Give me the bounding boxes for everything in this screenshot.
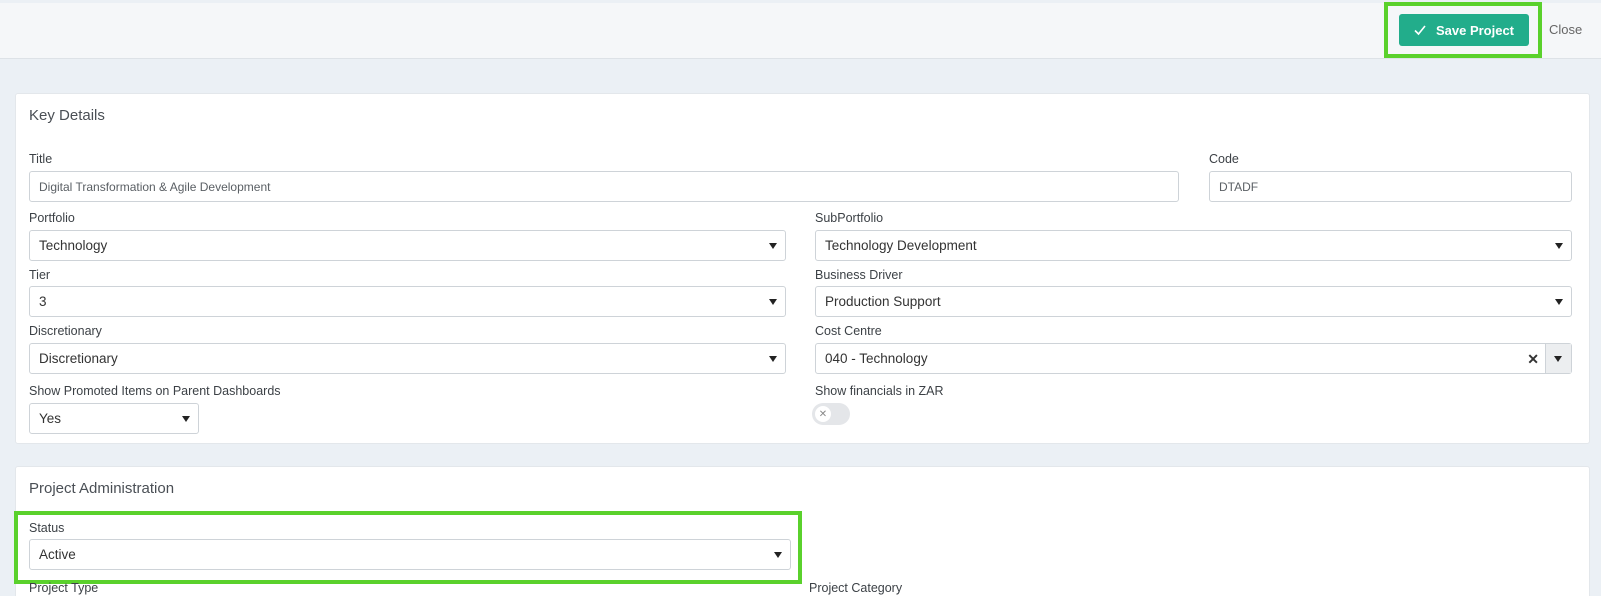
close-link[interactable]: Close xyxy=(1549,22,1582,37)
business-driver-select[interactable]: Production Support xyxy=(815,286,1572,317)
discretionary-value: Discretionary xyxy=(39,351,118,366)
chevron-down-icon xyxy=(769,356,777,362)
save-project-label: Save Project xyxy=(1435,22,1515,38)
status-select[interactable]: Active xyxy=(29,539,791,570)
chevron-down-icon xyxy=(182,416,190,422)
status-label: Status xyxy=(29,521,65,535)
code-label: Code xyxy=(1209,152,1239,166)
business-driver-label: Business Driver xyxy=(815,268,903,282)
subportfolio-value: Technology Development xyxy=(825,238,977,253)
cost-centre-label: Cost Centre xyxy=(815,324,882,338)
title-input[interactable]: Digital Transformation & Agile Developme… xyxy=(29,171,1179,202)
promoted-items-label: Show Promoted Items on Parent Dashboards xyxy=(29,384,281,398)
key-details-heading: Key Details xyxy=(29,107,105,124)
portfolio-value: Technology xyxy=(39,238,108,253)
promoted-items-select[interactable]: Yes xyxy=(29,403,199,434)
code-input[interactable]: DTADF xyxy=(1209,171,1572,202)
financials-zar-label: Show financials in ZAR xyxy=(815,384,944,398)
code-value: DTADF xyxy=(1219,179,1259,194)
chevron-down-icon xyxy=(774,552,782,558)
chevron-down-icon xyxy=(1554,356,1562,362)
chevron-down-icon xyxy=(1555,243,1563,249)
portfolio-label: Portfolio xyxy=(29,211,75,225)
status-value: Active xyxy=(39,547,76,562)
chevron-down-icon xyxy=(769,299,777,305)
tier-select[interactable]: 3 xyxy=(29,286,786,317)
discretionary-select[interactable]: Discretionary xyxy=(29,343,786,374)
tier-label: Tier xyxy=(29,268,51,282)
project-type-label: Project Type xyxy=(29,581,99,595)
financials-zar-toggle[interactable]: ✕ xyxy=(812,403,850,425)
business-driver-value: Production Support xyxy=(825,294,941,309)
project-category-label: Project Category xyxy=(809,581,903,595)
title-label: Title xyxy=(29,152,53,166)
tier-value: 3 xyxy=(39,294,47,309)
top-toolbar xyxy=(0,3,1601,59)
save-project-button[interactable]: Save Project xyxy=(1399,14,1529,46)
subportfolio-label: SubPortfolio xyxy=(815,211,884,225)
x-icon: ✕ xyxy=(815,406,831,422)
subportfolio-select[interactable]: Technology Development xyxy=(815,230,1572,261)
cost-centre-dropdown-toggle[interactable] xyxy=(1545,344,1571,373)
chevron-down-icon xyxy=(1555,299,1563,305)
portfolio-select[interactable]: Technology xyxy=(29,230,786,261)
promoted-items-value: Yes xyxy=(39,411,62,426)
title-value: Digital Transformation & Agile Developme… xyxy=(39,179,271,194)
clear-x-icon[interactable]: ✕ xyxy=(1527,351,1539,368)
discretionary-label: Discretionary xyxy=(29,324,102,338)
cost-centre-value: 040 - Technology xyxy=(825,351,928,366)
cost-centre-select[interactable]: 040 - Technology ✕ xyxy=(815,343,1572,374)
check-icon xyxy=(1414,25,1426,36)
chevron-down-icon xyxy=(769,243,777,249)
project-admin-heading: Project Administration xyxy=(29,480,175,497)
